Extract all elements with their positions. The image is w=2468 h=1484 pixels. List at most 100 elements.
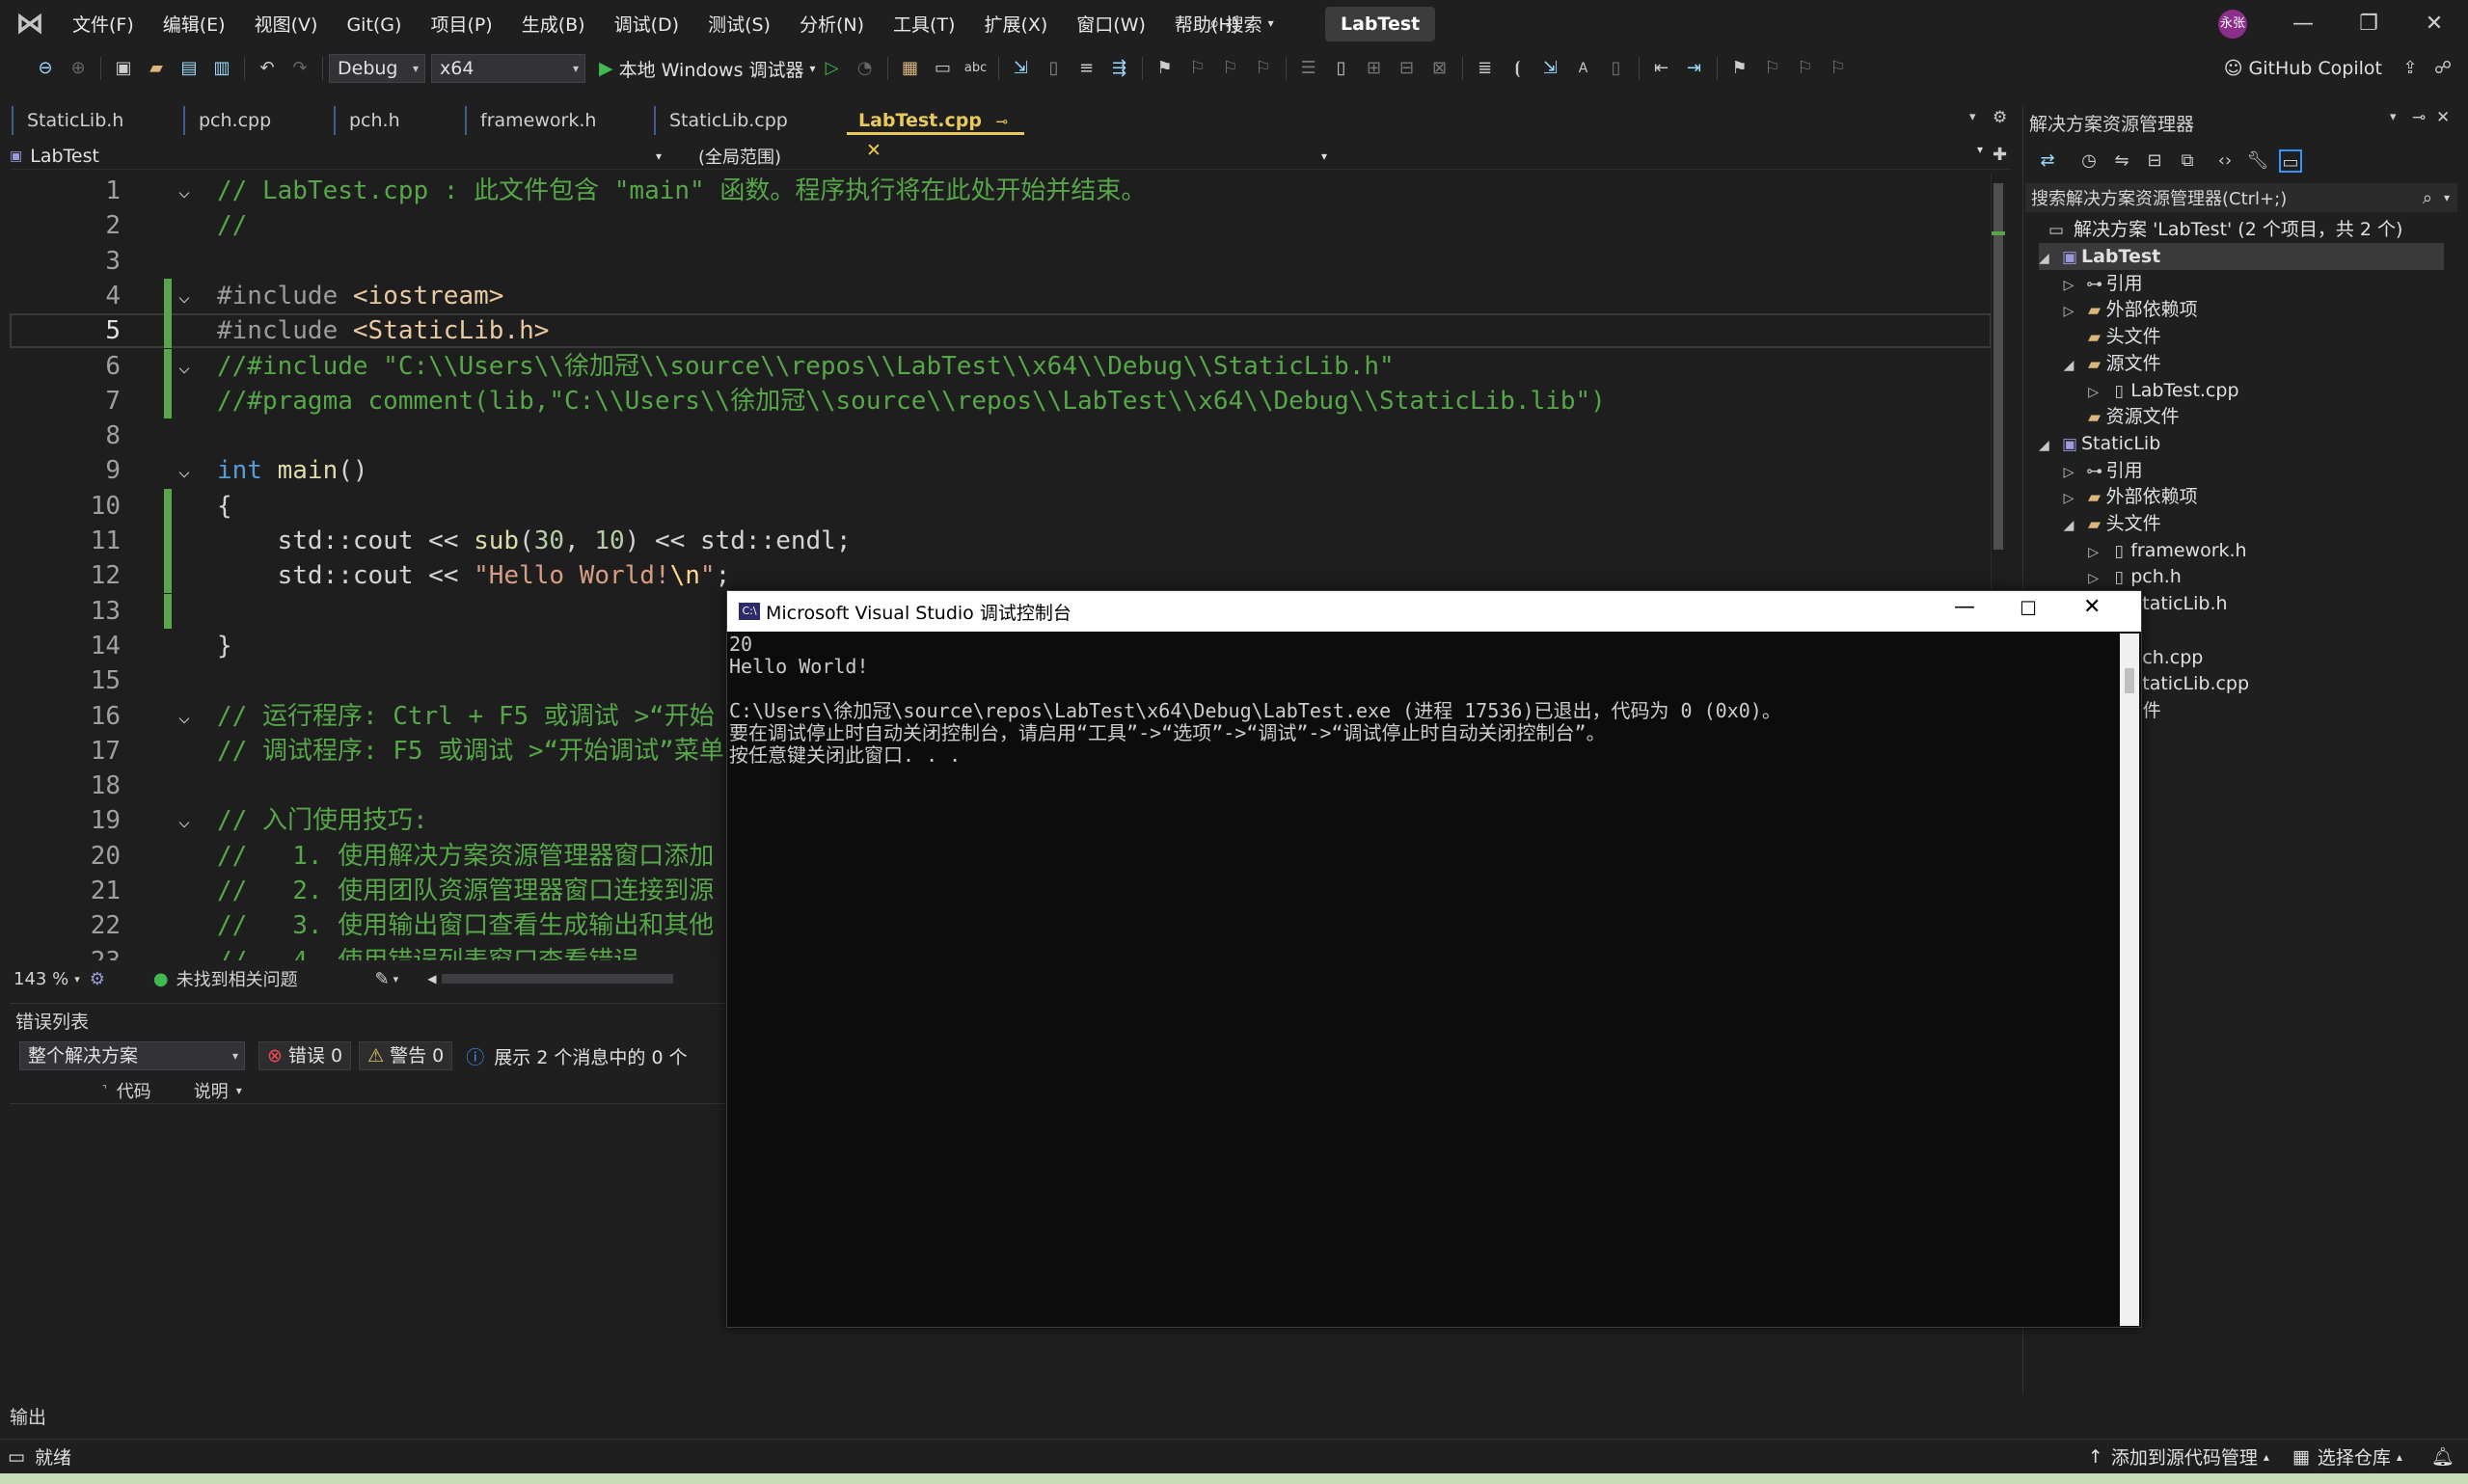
scroll-left-icon[interactable]: ◀	[427, 972, 436, 985]
tab-staticlib-cpp[interactable]: StaticLib.cpp	[654, 106, 843, 135]
bookmark2-icon[interactable]: ⚑	[1728, 57, 1751, 80]
tree-item[interactable]: ◢ ▰ 源文件	[2064, 350, 2161, 377]
layout-icon[interactable]: ▭	[932, 57, 955, 80]
save-all-icon[interactable]: ▥	[210, 57, 233, 80]
scrollbar-thumb[interactable]	[1993, 183, 2003, 550]
code-line[interactable]: 6 ⌵ //#include "C:\\Users\\徐加冠\\source\\re…	[10, 348, 1992, 384]
indent-icon[interactable]: ▯	[1043, 57, 1066, 80]
select-repository-button[interactable]: 选择仓库	[2318, 1444, 2391, 1470]
expand-chevron-icon[interactable]: ◢	[2064, 352, 2083, 379]
messages-filter-button[interactable]: ⓘ 展示 2 个消息中的 0 个	[466, 1043, 687, 1069]
menu-item[interactable]: 项目(P)	[416, 10, 506, 40]
tree-item[interactable]: ▷ ▰ 外部依赖项	[2064, 296, 2198, 323]
save-icon[interactable]: ▤	[177, 57, 201, 80]
code-line[interactable]: 11 std::cout << sub(30, 10) << std::endl…	[10, 524, 1992, 558]
menu-item[interactable]: 工具(T)	[879, 10, 969, 40]
expand-chevron-icon[interactable]: ▷	[2088, 565, 2107, 592]
tab-framework-h[interactable]: framework.h	[465, 106, 648, 135]
code-line[interactable]: 9 ⌵ int main()	[10, 453, 1992, 488]
expand-chevron-icon[interactable]: ◢	[2039, 432, 2058, 459]
code-line[interactable]: 5 #include <StaticLib.h>	[10, 313, 1992, 349]
console-minimize-button[interactable]: —	[1954, 595, 1975, 619]
bookmark-clear-icon[interactable]: ⚐	[1252, 57, 1275, 80]
pin-icon[interactable]: ⊸	[2412, 108, 2426, 127]
search-button[interactable]: ⌕ 搜索 ▾	[1209, 8, 1274, 39]
error-scope-select[interactable]: 整个解决方案 ▾	[19, 1041, 245, 1070]
output-tab[interactable]: 输出	[10, 1403, 46, 1432]
code-line[interactable]: 12 std::cout << "Hello World!\n";	[10, 558, 1992, 594]
bookmark3-icon[interactable]: ⚐	[1761, 57, 1784, 80]
expand-chevron-icon[interactable]: ◢	[2039, 245, 2058, 272]
tree-item[interactable]: ▷ ▯ framework.h	[2088, 537, 2246, 564]
intellicode-icon[interactable]: ⚙	[90, 969, 105, 989]
zoom-level[interactable]: 143 %	[14, 969, 68, 989]
user-avatar[interactable]: 永张	[2218, 10, 2247, 39]
bookmark-prev-icon[interactable]: ⚐	[1186, 57, 1209, 80]
new-project-icon[interactable]: ▣	[112, 57, 135, 80]
attach-icon[interactable]: ⇲	[1539, 57, 1562, 80]
sync-icon[interactable]: ⇄	[2036, 149, 2059, 173]
tree-item[interactable]: ▷ ▯ pch.h	[2088, 563, 2182, 590]
menu-item[interactable]: 文件(F)	[58, 10, 149, 40]
warnings-filter-button[interactable]: ⚠ 警告 0	[359, 1041, 453, 1070]
errors-filter-button[interactable]: ⊗ 错误 0	[258, 1041, 352, 1070]
expand-chevron-icon[interactable]: ▷	[2064, 272, 2083, 299]
comment-icon[interactable]: ≡	[1075, 57, 1098, 80]
menu-item[interactable]: 编辑(E)	[149, 10, 240, 40]
collapse-all-icon[interactable]: ⊟	[2143, 149, 2166, 173]
grid3-icon[interactable]: ⊠	[1428, 57, 1451, 80]
uncomment-icon[interactable]: ⇶	[1108, 57, 1131, 80]
forward-icon[interactable]: ⊕	[67, 57, 90, 80]
menu-item[interactable]: 生成(B)	[507, 10, 600, 40]
code-line[interactable]: 3	[10, 244, 1992, 279]
column-code[interactable]: 代码	[117, 1078, 151, 1103]
open-folder-icon[interactable]: ▰	[145, 57, 168, 80]
fold-chevron-icon[interactable]: ⌵	[178, 349, 200, 384]
hot-reload-icon[interactable]: ◔	[854, 57, 877, 80]
fold-chevron-icon[interactable]: ⌵	[178, 803, 200, 838]
expand-chevron-icon[interactable]: ▷	[2088, 539, 2107, 566]
add-source-control-button[interactable]: 添加到源代码管理	[2111, 1444, 2258, 1470]
notifications-bell-icon[interactable]: 🔔︎	[2431, 1445, 2454, 1468]
console-maximize-button[interactable]: ☐	[2020, 597, 2037, 620]
bookmark4-icon[interactable]: ⚐	[1794, 57, 1817, 80]
expand-chevron-icon[interactable]: ▷	[2064, 298, 2083, 325]
platform-select[interactable]: x64 ▾	[431, 54, 585, 83]
tree-item[interactable]: ▷ ⊶ 引用	[2064, 457, 2143, 484]
fold-chevron-icon[interactable]: ⌵	[178, 279, 200, 313]
bookmark5-icon[interactable]: ⚐	[1827, 57, 1850, 80]
tab-list-dropdown-icon[interactable]: ▾	[1969, 110, 1976, 124]
pending-changes-icon[interactable]: ⇋	[2110, 149, 2133, 173]
show-all-icon[interactable]: ⧉	[2176, 149, 2199, 173]
code-line[interactable]: 4 ⌵ #include <iostream>	[10, 278, 1992, 313]
bookmark-icon[interactable]: ⚑	[1153, 57, 1177, 80]
code-line[interactable]: 8	[10, 418, 1992, 453]
expand-chevron-icon[interactable]: ▷	[2088, 379, 2107, 406]
panel-menu-icon[interactable]: ▾	[2390, 110, 2397, 124]
minimize-button[interactable]: —	[2270, 0, 2336, 48]
split-icon[interactable]: ✚	[1993, 145, 2007, 165]
scope-dropdown[interactable]: (全局范围) ▾	[685, 143, 1331, 170]
tree-item[interactable]: ▷ ⊶ 引用	[2064, 270, 2143, 297]
chevron-down-icon[interactable]: ▾	[236, 1084, 242, 1097]
console-scrollbar[interactable]	[2120, 634, 2139, 1326]
tree-item[interactable]: ◢ ▰ 头文件	[2064, 510, 2161, 537]
undo-icon[interactable]: ↶	[256, 57, 279, 80]
font-size-icon[interactable]: A	[1572, 57, 1595, 80]
start-without-debugging-icon[interactable]: ▷	[821, 57, 844, 80]
outdent-icon[interactable]: ⇤	[1650, 57, 1673, 80]
tab-staticlib-h[interactable]: StaticLib.h	[12, 106, 176, 135]
bookmark-next-icon[interactable]: ⚐	[1219, 57, 1242, 80]
tree-solution-root[interactable]: ▭ 解决方案 'LabTest' (2 个项目，共 2 个)	[2045, 216, 2402, 243]
console-close-button[interactable]: ✕	[2083, 595, 2101, 619]
tab-pch-cpp[interactable]: pch.cpp	[183, 106, 326, 135]
code-line[interactable]: 1 ⌵ // LabTest.cpp : 此文件包含 "main" 函数。程序执行将…	[10, 174, 1992, 208]
fold-chevron-icon[interactable]: ⌵	[178, 174, 200, 208]
brush-icon[interactable]: ✎	[375, 969, 390, 989]
scrollbar-thumb[interactable]	[2125, 668, 2134, 693]
grid2-icon[interactable]: ⊟	[1396, 57, 1419, 80]
document-icon[interactable]: ▯	[1330, 57, 1353, 80]
tree-item[interactable]: ▰ 头文件	[2064, 323, 2161, 350]
menu-item[interactable]: Git(G)	[332, 10, 416, 40]
close-icon[interactable]: ✕	[2436, 108, 2450, 127]
